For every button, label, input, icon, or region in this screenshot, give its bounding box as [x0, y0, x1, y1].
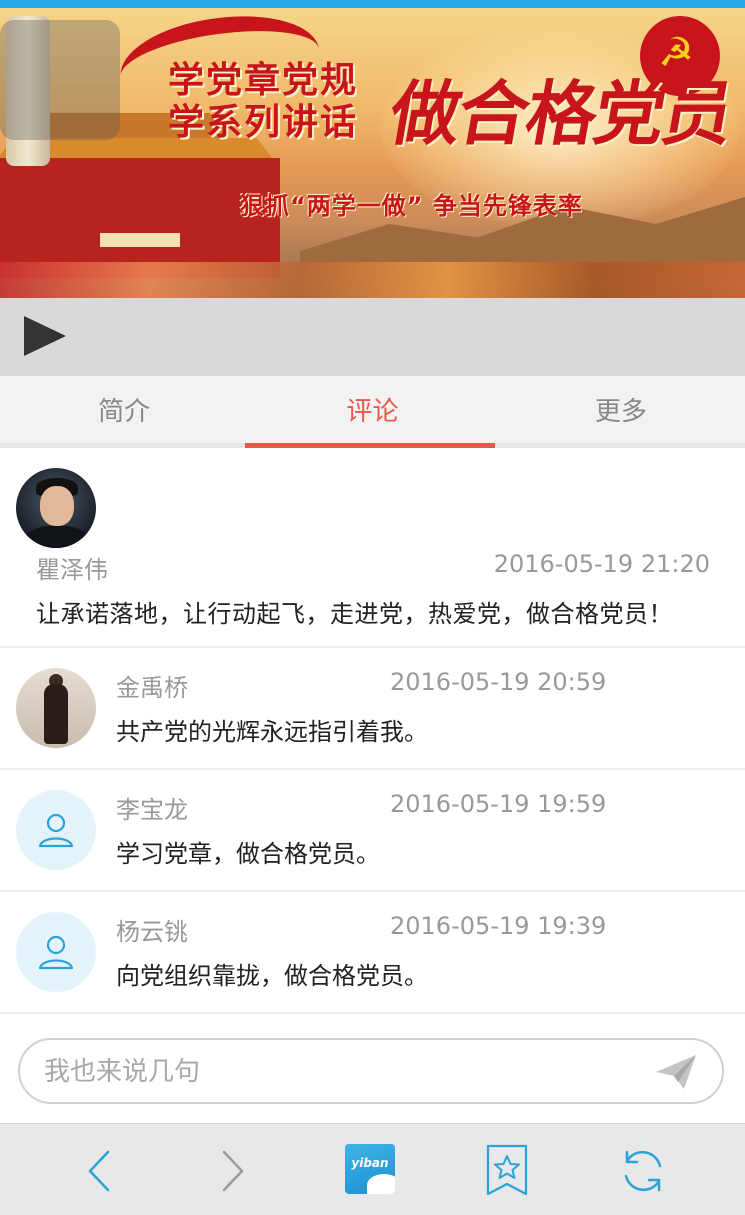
yiban-app-icon[interactable]: yiban: [345, 1144, 395, 1194]
refresh-icon[interactable]: [616, 1144, 670, 1198]
comment-author: 李宝龙: [116, 796, 188, 824]
comment-input-row: [0, 1014, 745, 1120]
comment-item: 杨云铫 2016-05-19 19:39 向党组织靠拢，做合格党员。: [0, 892, 745, 1014]
comment-item: 金禹桥 2016-05-19 20:59 共产党的光辉永远指引着我。: [0, 648, 745, 770]
comment-input[interactable]: [44, 1050, 624, 1094]
send-icon[interactable]: [654, 1052, 698, 1092]
banner-overlay-box: [0, 20, 120, 140]
browser-toolbar: yiban: [0, 1123, 745, 1215]
tab-comments[interactable]: 评论: [248, 376, 496, 443]
default-user-icon[interactable]: [16, 912, 96, 992]
banner-image: ☭ 学党章党规 学系列讲话 做合格党员 狠抓“两学一做” 争当先锋表率: [0, 8, 745, 298]
comment-time: 2016-05-19 20:59: [390, 668, 607, 696]
video-player-bar: [0, 298, 745, 376]
comment-author: 瞿泽伟: [36, 556, 108, 584]
avatar[interactable]: [16, 668, 96, 748]
comment-item: 李宝龙 2016-05-19 19:59 学习党章，做合格党员。: [0, 770, 745, 892]
banner-big-title: 做合格党员: [383, 72, 739, 155]
comment-text: 向党组织靠拢，做合格党员。: [116, 962, 428, 990]
avatar[interactable]: [16, 468, 96, 548]
comment-time: 2016-05-19 21:20: [493, 550, 710, 578]
bookmark-star-icon[interactable]: [480, 1144, 534, 1198]
banner-slogan: 狠抓“两学一做” 争当先锋表率: [240, 192, 583, 220]
play-icon[interactable]: [24, 316, 66, 356]
comment-time: 2016-05-19 19:39: [390, 912, 607, 940]
comment-time: 2016-05-19 19:59: [390, 790, 607, 818]
comment-text: 让承诺落地，让行动起飞，走进党，热爱党，做合格党员！: [36, 600, 673, 628]
forward-icon[interactable]: [206, 1144, 260, 1198]
comment-text: 共产党的光辉永远指引着我。: [116, 718, 428, 746]
comment-item: 瞿泽伟 2016-05-19 21:20 让承诺落地，让行动起飞，走进党，热爱党…: [0, 448, 745, 648]
tiananmen-gate-graphic: [0, 158, 280, 278]
comment-author: 金禹桥: [116, 674, 188, 702]
comment-input-container: [18, 1038, 724, 1104]
status-bar-strip: [0, 0, 745, 8]
tab-more[interactable]: 更多: [497, 376, 745, 443]
back-icon[interactable]: [72, 1144, 126, 1198]
comment-text: 学习党章，做合格党员。: [116, 840, 380, 868]
tab-intro[interactable]: 简介: [0, 376, 248, 443]
banner-headline: 学党章党规 学系列讲话: [168, 60, 359, 143]
comment-list: 瞿泽伟 2016-05-19 21:20 让承诺落地，让行动起飞，走进党，热爱党…: [0, 448, 745, 1014]
default-user-icon[interactable]: [16, 790, 96, 870]
tab-bar: 简介 评论 更多: [0, 376, 745, 448]
comment-author: 杨云铫: [116, 918, 188, 946]
